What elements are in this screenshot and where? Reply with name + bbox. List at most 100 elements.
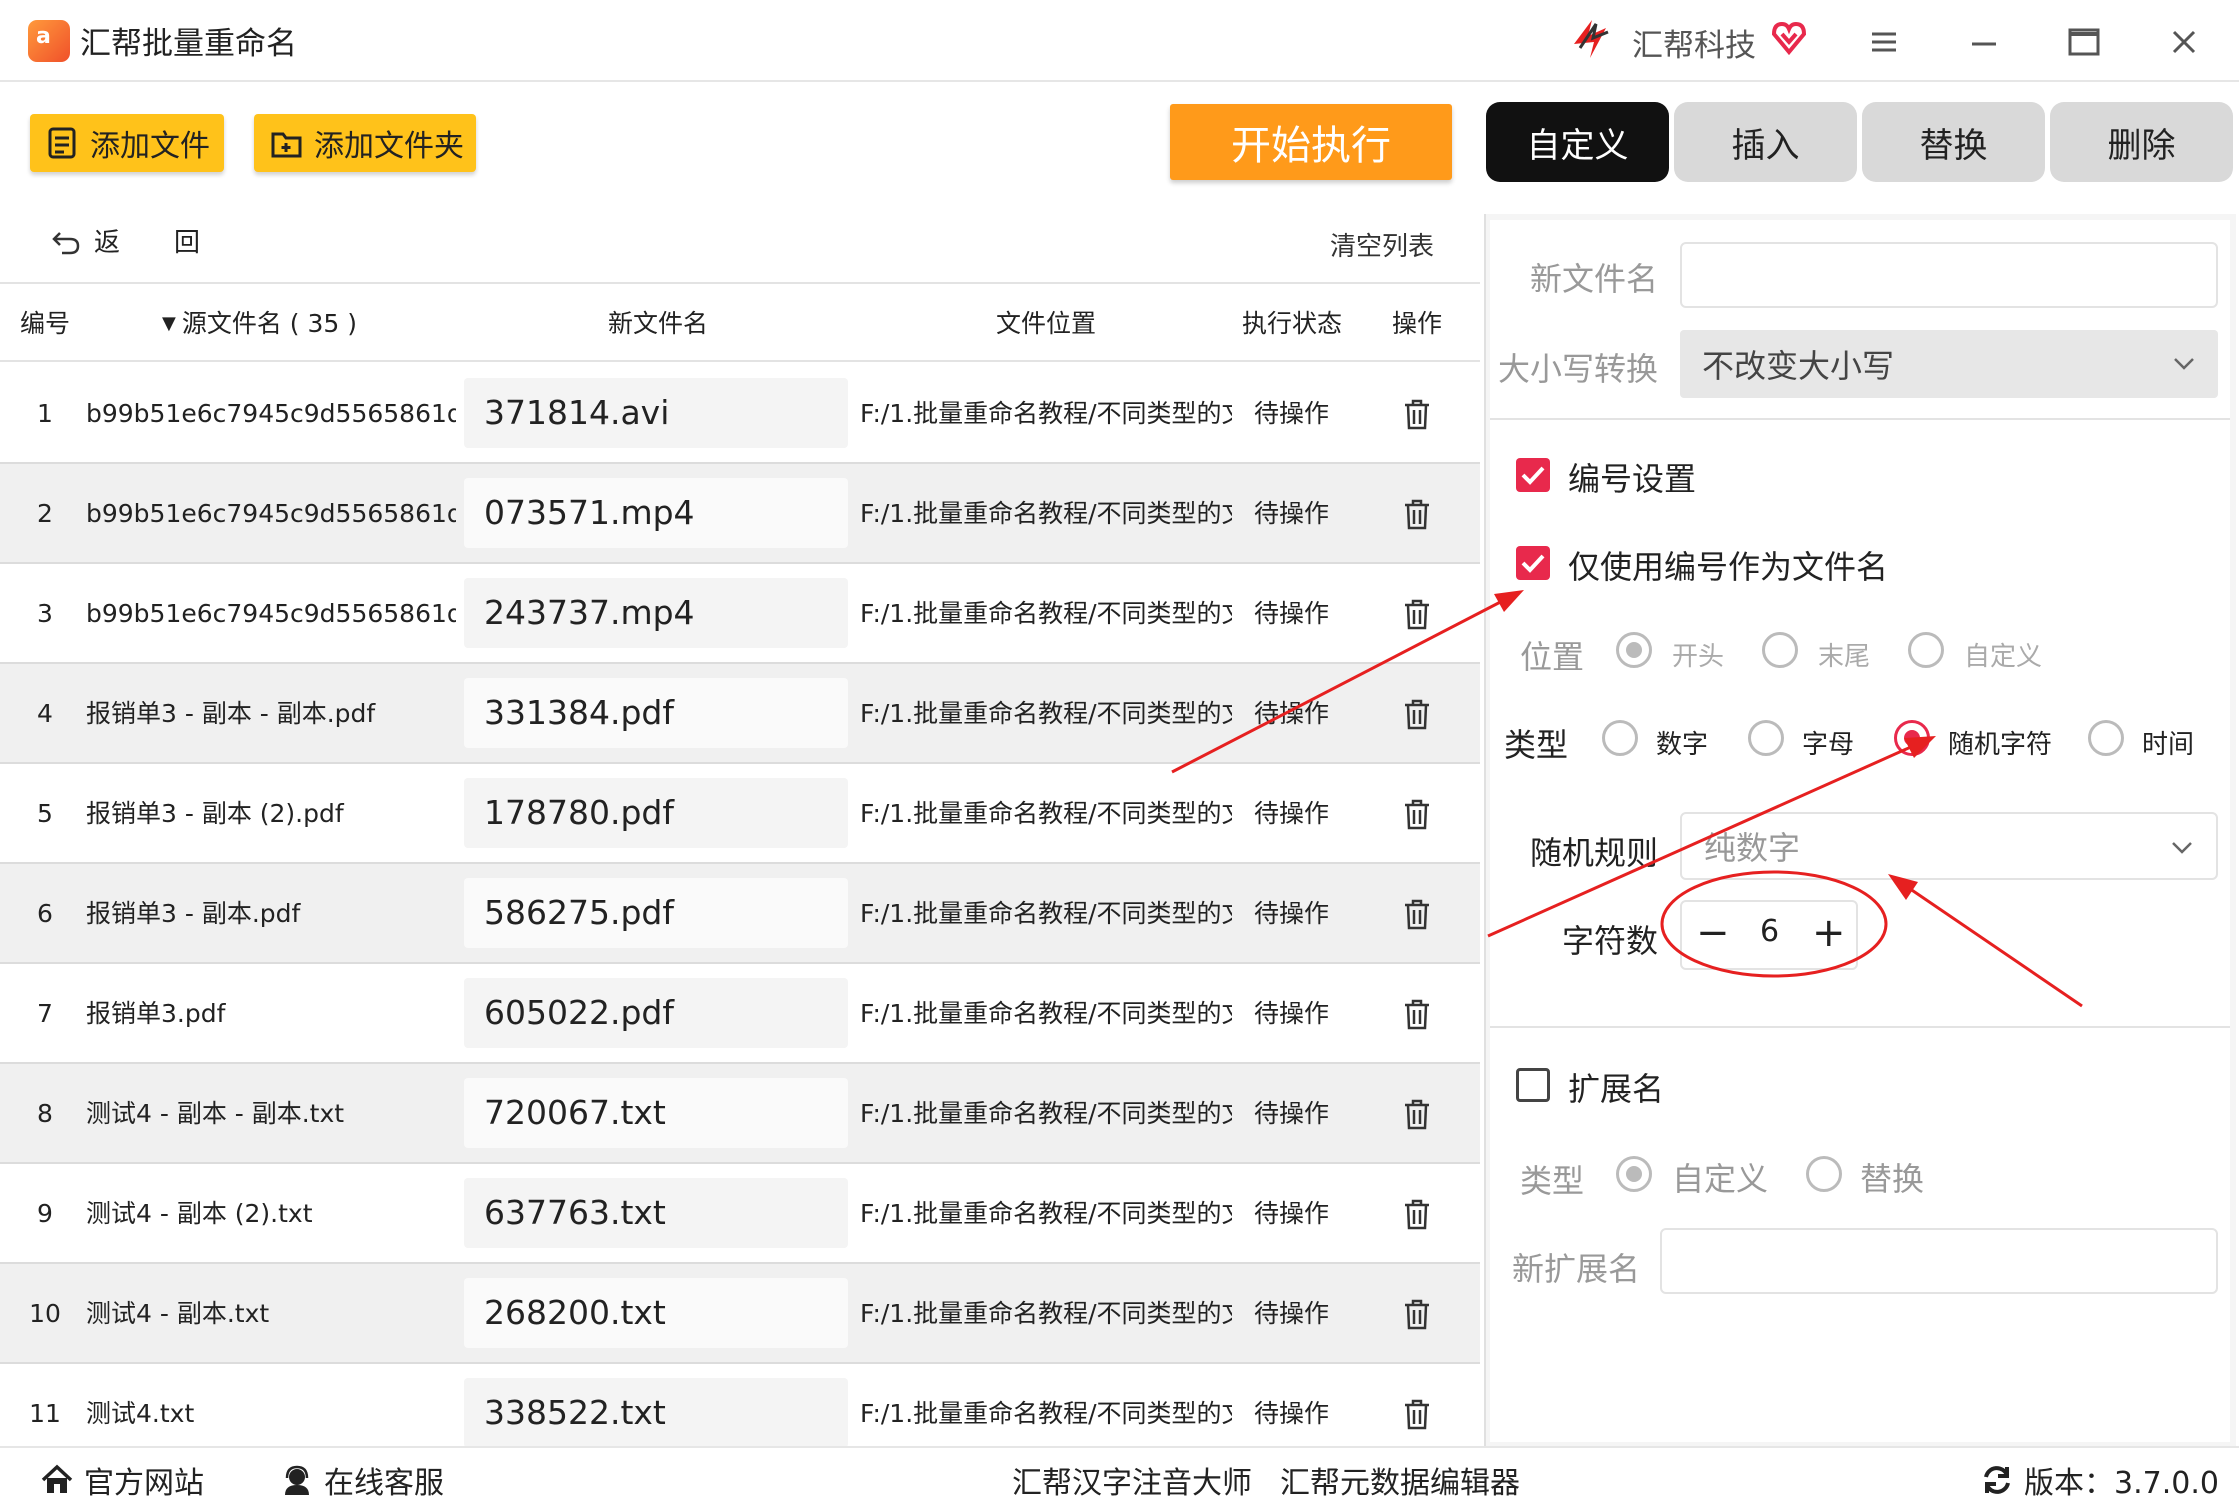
row-source-name: 测试4 - 副本 - 副本.txt (86, 1099, 345, 1128)
header-src-label: 源文件名 ( 35 ) (181, 309, 358, 338)
minus-button[interactable]: − (1696, 910, 1730, 956)
case-label: 大小写转换 (1498, 350, 1659, 388)
position-end-radio[interactable] (1762, 632, 1798, 668)
char-count-stepper[interactable]: − 6 + (1680, 900, 1858, 970)
table-row[interactable]: 8 测试4 - 副本 - 副本.txt 720067.txt F:/1.批量重命… (0, 1064, 1480, 1164)
tab-delete[interactable]: 删除 (2050, 102, 2233, 182)
check-icon (1521, 466, 1545, 485)
start-button[interactable]: 开始执行 (1170, 104, 1452, 180)
row-new-name-input[interactable]: 720067.txt (464, 1078, 848, 1148)
table-row[interactable]: 3 b99b51e6c7945c9d5565861d39 243737.mp4 … (0, 564, 1480, 664)
row-number: 8 (37, 1099, 53, 1128)
footer-link-metadata[interactable]: 汇帮元数据编辑器 (1280, 1458, 1520, 1502)
extension-label: 扩展名 (1568, 1070, 1665, 1108)
table-row[interactable]: 5 报销单3 - 副本 (2).pdf 178780.pdf F:/1.批量重命… (0, 764, 1480, 864)
menu-icon[interactable] (1864, 22, 1904, 62)
heart-icon[interactable] (1770, 18, 1808, 56)
trash-icon[interactable] (1402, 798, 1432, 830)
random-rule-label: 随机规则 (1530, 834, 1659, 872)
clear-list-button[interactable]: 清空列表 (1330, 226, 1434, 263)
row-number: 1 (37, 399, 53, 428)
minimize-icon[interactable] (1964, 22, 2004, 62)
row-new-name-input[interactable]: 586275.pdf (464, 878, 848, 948)
row-new-name-input[interactable]: 073571.mp4 (464, 478, 848, 548)
case-select[interactable]: 不改变大小写 (1680, 330, 2218, 398)
service-link[interactable]: 在线客服 (280, 1458, 444, 1502)
new-ext-input[interactable] (1660, 1228, 2218, 1294)
row-new-name-input[interactable]: 338522.txt (464, 1378, 848, 1448)
random-rule-select[interactable]: 纯数字 (1680, 812, 2218, 880)
char-count-value: 6 (1760, 914, 1780, 949)
table-row[interactable]: 10 测试4 - 副本.txt 268200.txt F:/1.批量重命名教程/… (0, 1264, 1480, 1364)
table-row[interactable]: 9 测试4 - 副本 (2).txt 637763.txt F:/1.批量重命名… (0, 1164, 1480, 1264)
case-value: 不改变大小写 (1702, 347, 1895, 385)
table-row[interactable]: 2 b99b51e6c7945c9d5565861d39 073571.mp4 … (0, 464, 1480, 564)
row-new-name-input[interactable]: 243737.mp4 (464, 578, 848, 648)
row-new-name-input[interactable]: 268200.txt (464, 1278, 848, 1348)
add-folder-button[interactable]: 添加文件夹 (254, 114, 476, 172)
numbering-checkbox[interactable] (1516, 458, 1550, 492)
trash-icon[interactable] (1402, 898, 1432, 930)
app-title: 汇帮批量重命名 (80, 26, 297, 62)
chevron-down-icon (2172, 842, 2192, 854)
new-name-input[interactable] (1680, 242, 2218, 308)
row-new-name-input[interactable]: 331384.pdf (464, 678, 848, 748)
brand-name: 汇帮科技 (1632, 28, 1756, 64)
type-number-radio[interactable] (1602, 720, 1638, 756)
ext-replace-radio[interactable] (1806, 1156, 1842, 1192)
add-file-button[interactable]: 添加文件 (30, 114, 224, 172)
row-new-name-input[interactable]: 605022.pdf (464, 978, 848, 1048)
tab-replace[interactable]: 替换 (1862, 102, 2045, 182)
extension-checkbox[interactable] (1516, 1068, 1550, 1102)
table-row[interactable]: 6 报销单3 - 副本.pdf 586275.pdf F:/1.批量重命名教程/… (0, 864, 1480, 964)
type-letter-radio[interactable] (1748, 720, 1784, 756)
maximize-icon[interactable] (2064, 22, 2104, 62)
row-source-name: b99b51e6c7945c9d5565861d39 (86, 399, 456, 428)
type-time-radio[interactable] (2088, 720, 2124, 756)
row-new-name-input[interactable]: 178780.pdf (464, 778, 848, 848)
trash-icon[interactable] (1402, 1398, 1432, 1430)
type-random-radio[interactable] (1894, 720, 1930, 756)
type-time-label: 时间 (2142, 730, 2195, 760)
trash-icon[interactable] (1402, 698, 1432, 730)
row-location: F:/1.批量重命名教程/不同类型的文 (860, 999, 1232, 1028)
header-op: 操作 (1392, 309, 1443, 338)
close-icon[interactable] (2164, 22, 2204, 62)
trash-icon[interactable] (1402, 1198, 1432, 1230)
trash-icon[interactable] (1402, 1298, 1432, 1330)
type-letter-label: 字母 (1802, 730, 1855, 760)
only-number-checkbox[interactable] (1516, 546, 1550, 580)
divider (1490, 1026, 2230, 1028)
position-custom-radio[interactable] (1908, 632, 1944, 668)
table-row[interactable]: 7 报销单3.pdf 605022.pdf F:/1.批量重命名教程/不同类型的… (0, 964, 1480, 1064)
tab-custom[interactable]: 自定义 (1486, 102, 1669, 182)
position-start-radio[interactable] (1616, 632, 1652, 668)
row-new-name-input[interactable]: 371814.avi (464, 378, 848, 448)
row-new-name-input[interactable]: 637763.txt (464, 1178, 848, 1248)
row-location: F:/1.批量重命名教程/不同类型的文 (860, 1199, 1232, 1228)
row-source-name: 测试4 - 副本.txt (86, 1299, 270, 1328)
row-status: 待操作 (1254, 499, 1330, 528)
header-src[interactable]: ▼ 源文件名 ( 35 ) (162, 284, 357, 364)
trash-icon[interactable] (1402, 998, 1432, 1030)
table-row[interactable]: 1 b99b51e6c7945c9d5565861d39 371814.avi … (0, 364, 1480, 464)
numbering-label: 编号设置 (1568, 460, 1697, 498)
trash-icon[interactable] (1402, 498, 1432, 530)
home-icon (41, 1464, 73, 1493)
random-rule-value: 纯数字 (1704, 829, 1801, 867)
plus-button[interactable]: + (1812, 910, 1846, 956)
row-status: 待操作 (1254, 999, 1330, 1028)
trash-icon[interactable] (1402, 398, 1432, 430)
row-location: F:/1.批量重命名教程/不同类型的文 (860, 899, 1232, 928)
trash-icon[interactable] (1402, 1098, 1432, 1130)
ext-custom-radio[interactable] (1616, 1156, 1652, 1192)
version-info[interactable]: 版本：3.7.0.0 (1980, 1458, 2219, 1502)
trash-icon[interactable] (1402, 598, 1432, 630)
footer-link-pinyin[interactable]: 汇帮汉字注音大师 (1012, 1458, 1252, 1502)
tab-insert[interactable]: 插入 (1674, 102, 1857, 182)
table-row[interactable]: 4 报销单3 - 副本 - 副本.pdf 331384.pdf F:/1.批量重… (0, 664, 1480, 764)
back-button[interactable]: 返 回 (50, 222, 214, 259)
website-link[interactable]: 官方网站 (40, 1458, 204, 1502)
row-source-name: b99b51e6c7945c9d5565861d39 (86, 499, 456, 528)
header-new: 新文件名 (608, 309, 709, 338)
